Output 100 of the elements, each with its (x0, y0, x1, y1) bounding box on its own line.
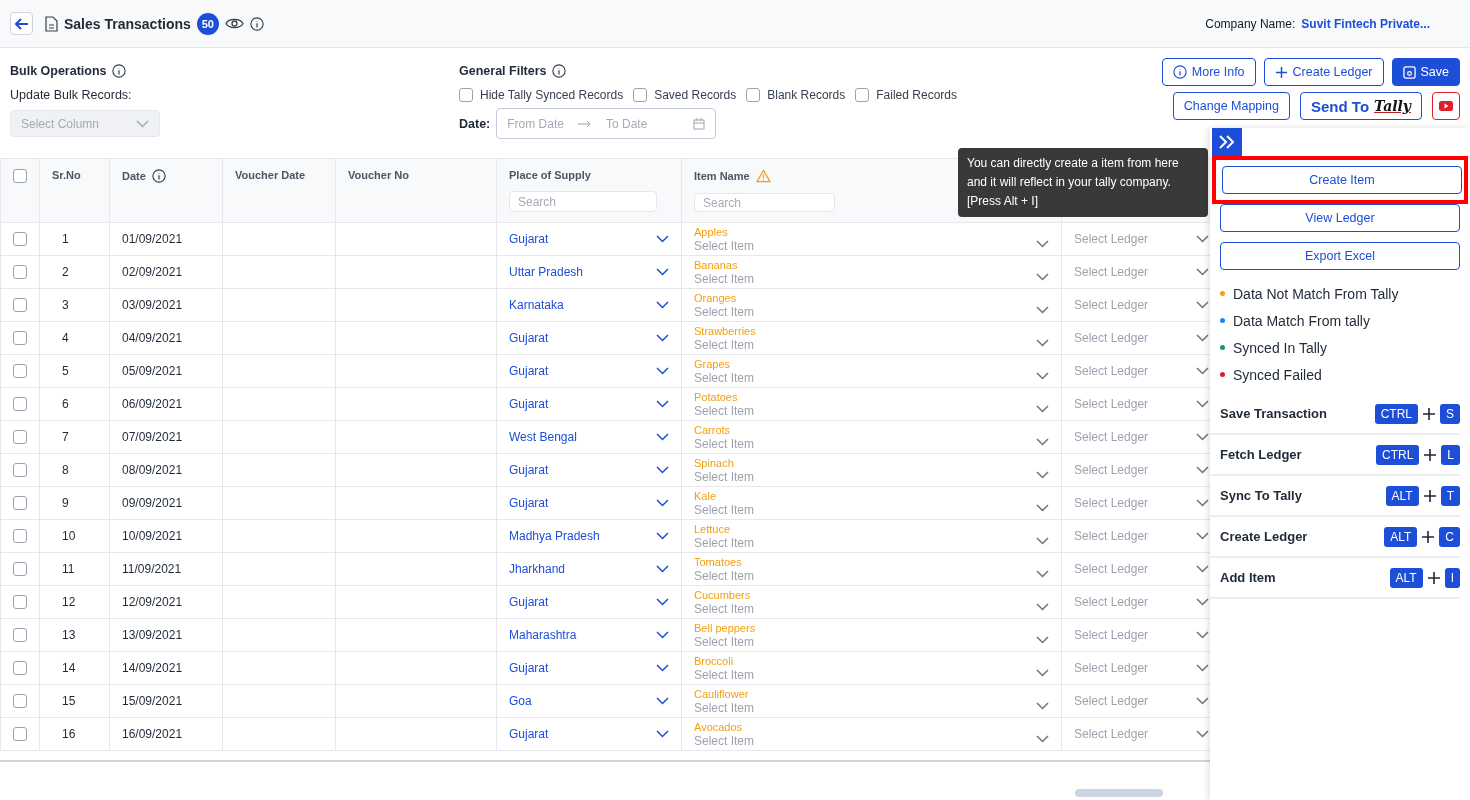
place-dropdown[interactable]: Gujarat (509, 397, 669, 411)
item-dropdown[interactable]: Bell peppers Select Item (694, 621, 1049, 649)
table-cell: 15 (62, 694, 76, 708)
ledger-dropdown[interactable]: Select Ledger (1074, 562, 1209, 576)
checkbox[interactable] (13, 232, 27, 246)
info-icon (151, 169, 166, 183)
chevron-down-icon (1036, 273, 1049, 281)
item-dropdown[interactable]: Oranges Select Item (694, 291, 1049, 319)
ledger-dropdown[interactable]: Select Ledger (1074, 397, 1209, 411)
checkbox[interactable] (13, 331, 27, 345)
ledger-dropdown[interactable]: Select Ledger (1074, 463, 1209, 477)
checkbox[interactable] (746, 88, 761, 102)
page-title: Sales Transactions (64, 15, 191, 32)
checkbox[interactable] (855, 88, 870, 102)
place-dropdown[interactable]: Gujarat (509, 496, 669, 510)
place-dropdown[interactable]: Goa (509, 694, 669, 708)
place-dropdown[interactable]: Madhya Pradesh (509, 529, 669, 543)
ledger-dropdown[interactable]: Select Ledger (1074, 661, 1209, 675)
place-dropdown[interactable]: Gujarat (509, 364, 669, 378)
search-field[interactable]: Search (694, 193, 835, 212)
checkbox[interactable] (13, 628, 27, 642)
ledger-dropdown[interactable]: Select Ledger (1074, 364, 1209, 378)
item-dropdown[interactable]: Lettuce Select Item (694, 522, 1049, 550)
item-dropdown[interactable]: Apples Select Item (694, 225, 1049, 253)
checkbox[interactable] (13, 595, 27, 609)
item-dropdown[interactable]: Carrots Select Item (694, 423, 1049, 451)
back-button[interactable] (10, 12, 33, 35)
more-info-button[interactable]: More Info (1161, 58, 1256, 86)
ledger-dropdown[interactable]: Select Ledger (1074, 430, 1209, 444)
ledger-dropdown[interactable]: Select Ledger (1074, 298, 1209, 312)
checkbox[interactable] (13, 562, 27, 576)
place-dropdown[interactable]: Gujarat (509, 463, 669, 477)
checkbox[interactable] (459, 88, 473, 102)
chevron-down-icon (656, 664, 669, 672)
place-dropdown[interactable]: Karnataka (509, 298, 669, 312)
checkbox[interactable] (13, 463, 27, 477)
item-dropdown[interactable]: Potatoes Select Item (694, 390, 1049, 418)
place-dropdown[interactable]: Gujarat (509, 595, 669, 609)
checkbox[interactable] (13, 364, 27, 378)
plus-icon (1423, 447, 1438, 462)
place-dropdown[interactable]: Maharashtra (509, 628, 669, 642)
create-ledger-button[interactable]: Create Ledger (1263, 58, 1384, 86)
company-name[interactable]: Suvit Fintech Private... (1301, 16, 1430, 31)
send-to-tally-button[interactable]: Send To Tally (1300, 92, 1422, 120)
place-dropdown[interactable]: Jharkhand (509, 562, 669, 576)
item-dropdown[interactable]: Grapes Select Item (694, 357, 1049, 385)
column-header: Sr.No (52, 169, 82, 181)
checkbox[interactable] (13, 661, 27, 675)
place-dropdown[interactable]: Gujarat (509, 727, 669, 741)
checkbox[interactable] (633, 88, 648, 102)
change-mapping-button[interactable]: Change Mapping (1172, 92, 1290, 120)
place-dropdown[interactable]: Gujarat (509, 331, 669, 345)
item-dropdown[interactable]: Cucumbers Select Item (694, 588, 1049, 616)
ledger-dropdown[interactable]: Select Ledger (1074, 727, 1209, 741)
checkbox[interactable] (13, 727, 27, 741)
ledger-dropdown[interactable]: Select Ledger (1074, 232, 1209, 246)
place-dropdown[interactable]: Gujarat (509, 232, 669, 246)
date-range-field[interactable]: From Date To Date (496, 108, 717, 139)
search-field[interactable]: Search (509, 191, 657, 212)
checkbox[interactable] (13, 496, 27, 510)
ledger-dropdown[interactable]: Select Ledger (1074, 496, 1209, 510)
column-header: Date (122, 170, 146, 182)
panel-button[interactable]: Export Excel (1220, 242, 1460, 270)
checkbox[interactable] (13, 265, 27, 279)
ledger-dropdown[interactable]: Select Ledger (1074, 265, 1209, 279)
checkbox[interactable] (13, 694, 27, 708)
save-button[interactable]: Save (1391, 58, 1460, 86)
item-dropdown[interactable]: Avocados Select Item (694, 720, 1049, 748)
checkbox[interactable] (13, 169, 27, 183)
item-dropdown[interactable]: Tomatoes Select Item (694, 555, 1049, 583)
panel-button[interactable]: View Ledger (1220, 204, 1460, 232)
checkbox[interactable] (13, 529, 27, 543)
plus-icon (1422, 488, 1437, 503)
chevron-down-icon (1196, 466, 1209, 474)
item-dropdown[interactable]: Kale Select Item (694, 489, 1049, 517)
panel-button[interactable]: Create Item (1222, 166, 1462, 194)
checkbox[interactable] (13, 430, 27, 444)
key-cap: CTRL (1375, 444, 1420, 465)
item-dropdown[interactable]: Broccoli Select Item (694, 654, 1049, 682)
item-dropdown[interactable]: Strawberries Select Item (694, 324, 1049, 352)
shortcut-label: Add Item (1220, 570, 1276, 585)
table-cell: 2 (62, 265, 69, 279)
item-dropdown[interactable]: Spinach Select Item (694, 456, 1049, 484)
video-button[interactable] (1432, 92, 1460, 120)
key-cap: C (1439, 526, 1460, 547)
place-dropdown[interactable]: Uttar Pradesh (509, 265, 669, 279)
item-dropdown[interactable]: Bananas Select Item (694, 258, 1049, 286)
ledger-dropdown[interactable]: Select Ledger (1074, 595, 1209, 609)
eye-icon[interactable] (224, 17, 244, 30)
checkbox[interactable] (13, 397, 27, 411)
collapse-button[interactable] (1212, 128, 1242, 156)
place-dropdown[interactable]: West Bengal (509, 430, 669, 444)
ledger-dropdown[interactable]: Select Ledger (1074, 331, 1209, 345)
place-dropdown[interactable]: Gujarat (509, 661, 669, 675)
ledger-dropdown[interactable]: Select Ledger (1074, 628, 1209, 642)
item-dropdown[interactable]: Cauliflower Select Item (694, 687, 1049, 715)
checkbox[interactable] (13, 298, 27, 312)
ledger-dropdown[interactable]: Select Ledger (1074, 694, 1209, 708)
ledger-dropdown[interactable]: Select Ledger (1074, 529, 1209, 543)
scrollbar-thumb[interactable] (1075, 789, 1163, 797)
